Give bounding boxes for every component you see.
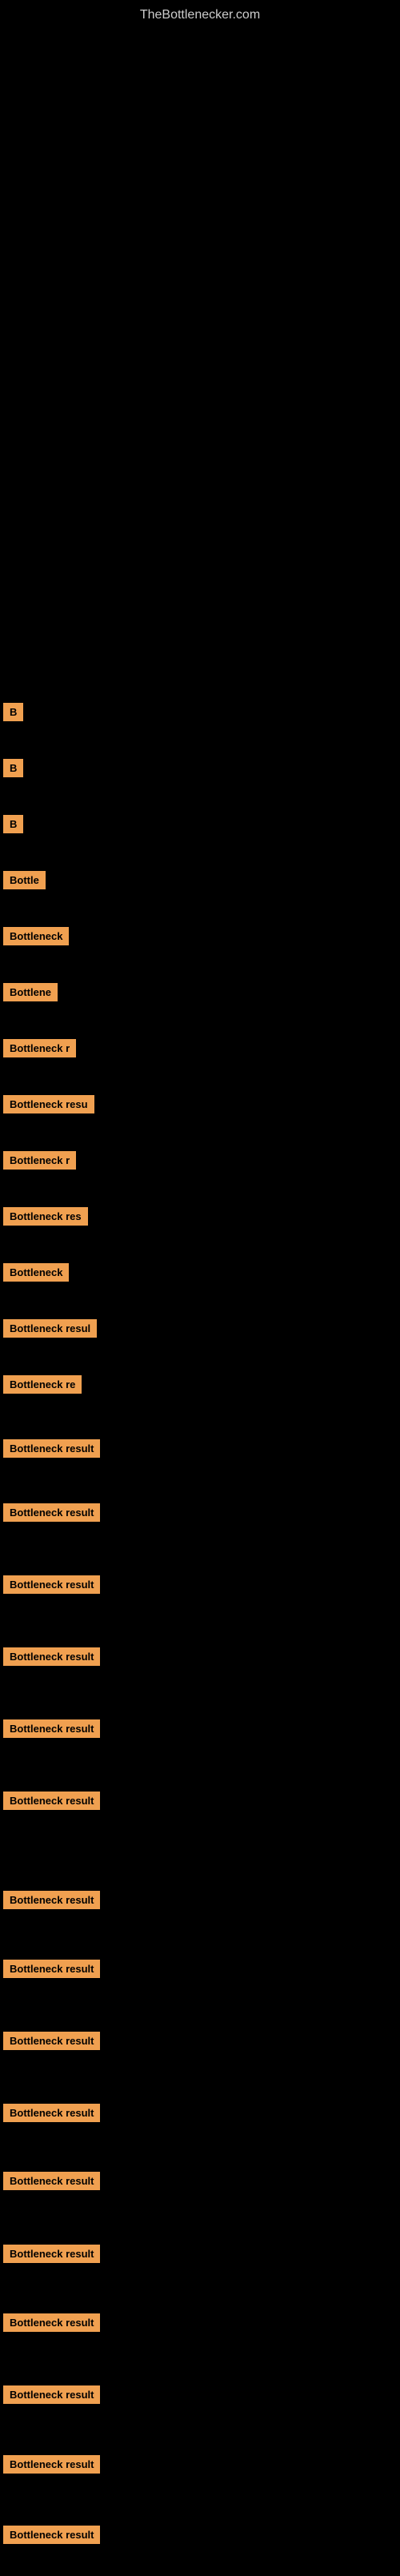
bottleneck-result-bar: Bottle xyxy=(3,871,46,889)
bottleneck-result-bar: Bottleneck result xyxy=(3,1575,100,1594)
bottleneck-result-bar: Bottleneck re xyxy=(3,1375,82,1394)
bottleneck-result-bar: Bottleneck result xyxy=(3,2455,100,2474)
bottleneck-result-bar: Bottleneck xyxy=(3,927,69,945)
bottleneck-result-bar: Bottlene xyxy=(3,983,58,1001)
bottleneck-result-bar: Bottleneck result xyxy=(3,1719,100,1738)
bottleneck-result-bar: Bottleneck res xyxy=(3,1207,88,1226)
bottleneck-result-bar: B xyxy=(3,703,23,721)
bottleneck-result-bar: B xyxy=(3,815,23,833)
bottleneck-result-bar: Bottleneck xyxy=(3,1263,69,1282)
bottleneck-result-bar: Bottleneck result xyxy=(3,1439,100,1458)
bottleneck-result-bar: Bottleneck result xyxy=(3,2104,100,2122)
bottleneck-result-bar: B xyxy=(3,759,23,777)
bottleneck-result-bar: Bottleneck result xyxy=(3,1503,100,1522)
bottleneck-result-bar: Bottleneck result xyxy=(3,2172,100,2190)
bottleneck-result-bar: Bottleneck resu xyxy=(3,1095,94,1113)
bottleneck-result-bar: Bottleneck result xyxy=(3,2526,100,2544)
bottleneck-result-bar: Bottleneck resul xyxy=(3,1319,97,1338)
bottleneck-result-bar: Bottleneck result xyxy=(3,1792,100,1810)
bottleneck-result-bar: Bottleneck result xyxy=(3,1647,100,1666)
bottleneck-result-bar: Bottleneck result xyxy=(3,2032,100,2050)
site-title: TheBottlenecker.com xyxy=(0,0,400,30)
bottleneck-result-bar: Bottleneck result xyxy=(3,1960,100,1978)
bottleneck-result-bar: Bottleneck result xyxy=(3,2385,100,2404)
bottleneck-result-bar: Bottleneck result xyxy=(3,2313,100,2332)
bottleneck-result-bar: Bottleneck r xyxy=(3,1039,76,1057)
bottleneck-result-bar: Bottleneck result xyxy=(3,2245,100,2263)
bottleneck-result-bar: Bottleneck r xyxy=(3,1151,76,1170)
bottleneck-result-bar: Bottleneck result xyxy=(3,1891,100,1909)
